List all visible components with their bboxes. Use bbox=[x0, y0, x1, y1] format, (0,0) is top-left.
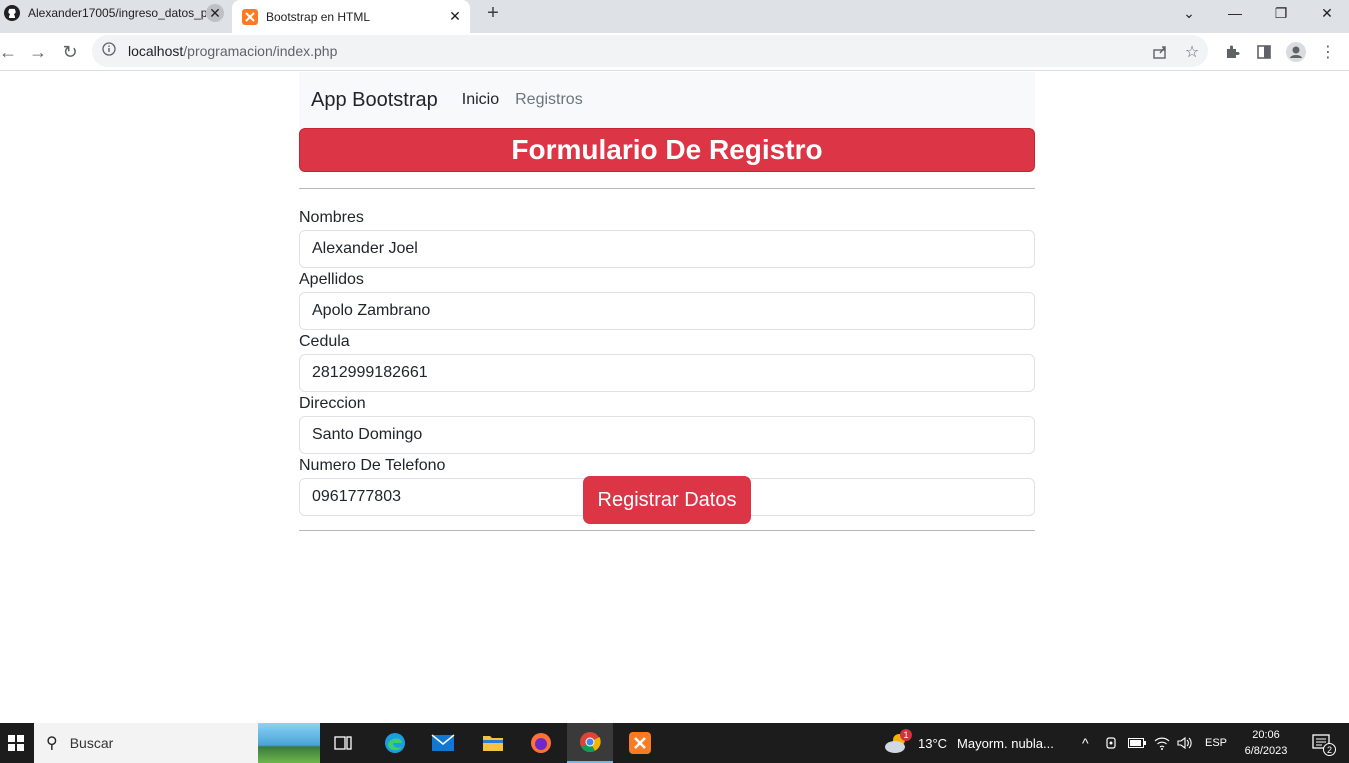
main-container: App Bootstrap Inicio Registros Formulari… bbox=[299, 72, 1035, 531]
weather-widget[interactable]: 1 13°C Mayorm. nubla... bbox=[884, 723, 1054, 763]
windows-start-icon[interactable] bbox=[0, 723, 32, 763]
clock-time: 20:06 bbox=[1252, 729, 1280, 741]
info-icon[interactable] bbox=[102, 41, 116, 61]
cedula-input[interactable]: 2812999182661 bbox=[299, 354, 1035, 392]
wifi-icon[interactable] bbox=[1154, 723, 1170, 763]
direccion-input[interactable]: Santo Domingo bbox=[299, 416, 1035, 454]
show-hidden-icons[interactable]: ^ bbox=[1082, 723, 1089, 763]
weather-temp: 13°C bbox=[918, 735, 948, 751]
search-placeholder: Buscar bbox=[69, 735, 114, 751]
xampp-taskbar-icon[interactable] bbox=[617, 723, 663, 763]
github-icon bbox=[4, 5, 20, 21]
close-icon[interactable]: ✕ bbox=[206, 4, 224, 22]
mail-icon[interactable] bbox=[420, 723, 466, 763]
address-bar[interactable]: localhost/programacion/index.php bbox=[92, 35, 1208, 67]
page-title: Formulario De Registro bbox=[299, 128, 1035, 172]
close-icon[interactable]: ✕ bbox=[446, 8, 464, 26]
tab-title: Alexander17005/ingreso_datos_p bbox=[28, 6, 206, 20]
search-highlight-image bbox=[258, 723, 320, 763]
clock-date: 6/8/2023 bbox=[1244, 745, 1288, 757]
back-icon[interactable]: ← bbox=[0, 38, 22, 66]
tab-github[interactable]: Alexander17005/ingreso_datos_p ✕ bbox=[0, 0, 230, 26]
nav-link-registros[interactable]: Registros bbox=[515, 91, 583, 109]
meet-now-icon[interactable] bbox=[1105, 723, 1119, 763]
edge-icon[interactable] bbox=[372, 723, 418, 763]
minimize-button[interactable]: — bbox=[1212, 0, 1258, 26]
tab-title: Bootstrap en HTML bbox=[266, 9, 371, 24]
volume-icon[interactable] bbox=[1177, 723, 1193, 763]
new-tab-button[interactable]: + bbox=[480, 0, 506, 26]
page-content: App Bootstrap Inicio Registros Formulari… bbox=[0, 72, 1349, 723]
taskbar-search[interactable]: ⚲ Buscar bbox=[34, 723, 320, 763]
tab-bootstrap[interactable]: Bootstrap en HTML ✕ bbox=[232, 0, 470, 33]
divider bbox=[299, 530, 1035, 531]
navbar: App Bootstrap Inicio Registros bbox=[299, 72, 1035, 128]
taskbar-clock[interactable]: 20:06 6/8/2023 bbox=[1234, 727, 1298, 759]
battery-icon[interactable] bbox=[1128, 723, 1146, 763]
close-window-button[interactable]: ✕ bbox=[1304, 0, 1349, 26]
divider bbox=[299, 188, 1035, 189]
restore-button[interactable]: ❐ bbox=[1258, 0, 1304, 26]
search-icon: ⚲ bbox=[46, 735, 58, 752]
bookmark-star-icon[interactable]: ☆ bbox=[1178, 38, 1206, 66]
profile-avatar-icon[interactable] bbox=[1282, 38, 1310, 66]
notification-count-badge: 2 bbox=[1323, 743, 1336, 756]
weather-desc: Mayorm. nubla... bbox=[957, 735, 1054, 751]
chrome-icon[interactable] bbox=[567, 723, 613, 763]
apellidos-input[interactable]: Apolo Zambrano bbox=[299, 292, 1035, 330]
notification-center-icon[interactable]: 2 bbox=[1306, 723, 1338, 763]
nav-link-inicio[interactable]: Inicio bbox=[462, 91, 499, 109]
extensions-icon[interactable] bbox=[1218, 38, 1246, 66]
firefox-icon[interactable] bbox=[518, 723, 564, 763]
label-telefono: Numero De Telefono bbox=[299, 457, 446, 474]
share-icon[interactable] bbox=[1146, 38, 1174, 66]
weather-badge: 1 bbox=[900, 729, 912, 741]
tab-search-icon[interactable]: ⌄ bbox=[1166, 0, 1212, 26]
side-panel-icon[interactable] bbox=[1250, 38, 1278, 66]
reload-icon[interactable]: ↻ bbox=[56, 38, 84, 66]
registration-form: Nombres Alexander Joel Apellidos Apolo Z… bbox=[299, 209, 1035, 516]
registrar-datos-button[interactable]: Registrar Datos bbox=[583, 476, 751, 524]
browser-toolbar: ← → ↻ localhost/programacion/index.php ☆… bbox=[0, 33, 1349, 71]
windows-taskbar: ⚲ Buscar 1 13°C Mayorm. nubla... ^ ESP 2… bbox=[0, 723, 1349, 763]
label-cedula: Cedula bbox=[299, 333, 350, 350]
url-text: localhost/programacion/index.php bbox=[128, 43, 338, 59]
navbar-brand[interactable]: App Bootstrap bbox=[311, 89, 438, 112]
file-explorer-icon[interactable] bbox=[470, 723, 516, 763]
label-direccion: Direccion bbox=[299, 395, 366, 412]
tab-strip: Alexander17005/ingreso_datos_p ✕ Bootstr… bbox=[0, 0, 1349, 33]
xampp-icon bbox=[242, 8, 258, 25]
forward-icon[interactable]: → bbox=[24, 38, 52, 66]
language-indicator[interactable]: ESP bbox=[1205, 723, 1227, 763]
weather-cloud-icon: 1 bbox=[884, 729, 912, 754]
task-view-icon[interactable] bbox=[320, 723, 366, 763]
label-apellidos: Apellidos bbox=[299, 271, 364, 288]
menu-kebab-icon[interactable]: ⋮ bbox=[1314, 38, 1342, 66]
label-nombres: Nombres bbox=[299, 209, 364, 226]
nombres-input[interactable]: Alexander Joel bbox=[299, 230, 1035, 268]
